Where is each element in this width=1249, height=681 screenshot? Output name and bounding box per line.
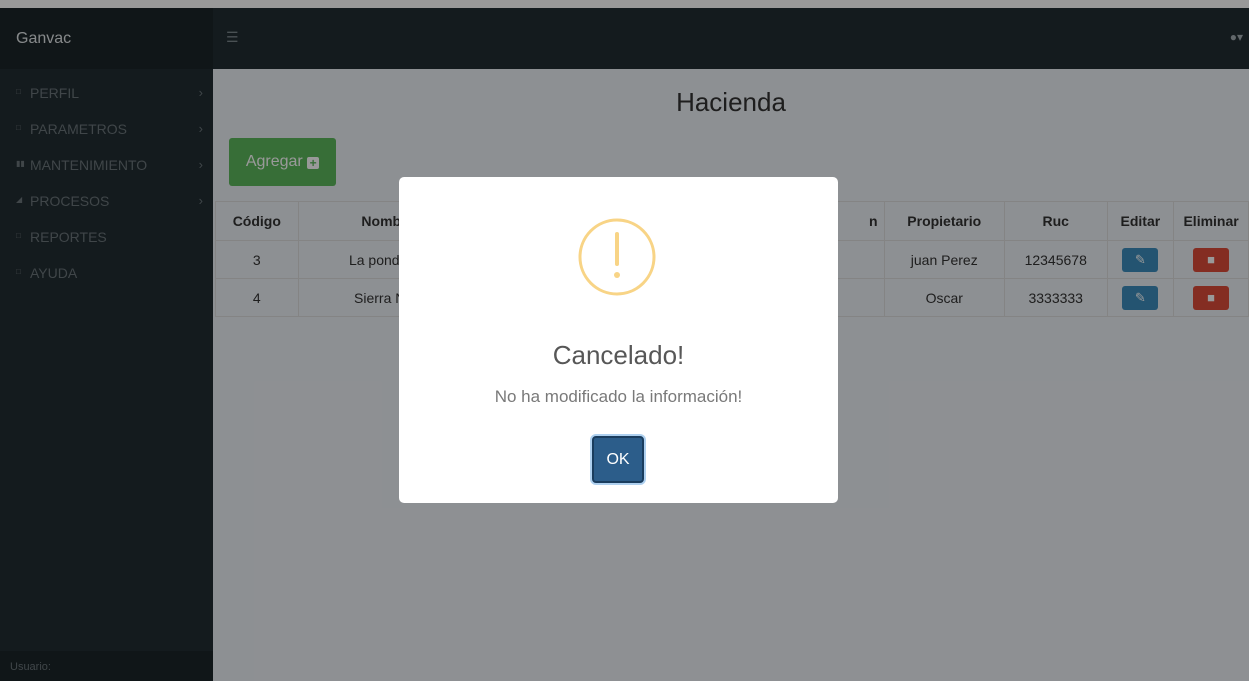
warning-icon: [578, 218, 656, 296]
dialog-message: No ha modificado la información!: [494, 387, 743, 406]
alert-dialog: Cancelado! No ha modificado la informaci…: [399, 177, 838, 503]
app-window: Ganvac ☰ ●▾ □ PERFIL › □ PARAMETROS › ▮▮…: [0, 0, 1249, 681]
ok-button[interactable]: OK: [592, 436, 644, 483]
dialog-title: Cancelado!: [552, 340, 685, 370]
